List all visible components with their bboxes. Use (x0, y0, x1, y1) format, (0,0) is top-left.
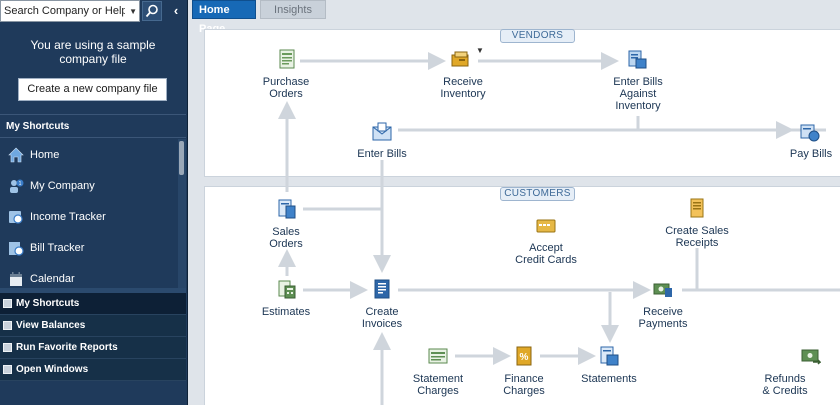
chevron-left-icon: ‹ (173, 3, 179, 18)
receive-payments-label: Receive Payments (638, 306, 688, 330)
statement-charges-icon (428, 348, 448, 364)
enter-bills-against-inventory-label: Enter Bills Against Inventory (613, 76, 663, 112)
bills-against-inventory-icon (628, 50, 647, 69)
shortcut-label: Calendar (30, 272, 75, 285)
shortcut-my-company[interactable]: 1 My Company (0, 170, 178, 201)
accept-credit-cards-label: Accept Credit Cards (515, 242, 577, 266)
pay-bills-label: Pay Bills (789, 148, 833, 160)
shortcuts-header: My Shortcuts (0, 114, 186, 138)
tab-insights[interactable]: Insights (260, 0, 326, 19)
house-icon (8, 147, 24, 162)
shortcut-label: Income Tracker (30, 210, 106, 223)
enter-bills-label: Enter Bills (357, 148, 407, 160)
shortcut-home[interactable]: Home (0, 139, 178, 170)
collapse-sidebar-button[interactable]: ‹ (166, 1, 186, 21)
refunds-credits-label: Refunds & Credits (762, 373, 808, 397)
nav-label: My Shortcuts (16, 298, 80, 309)
nav-view-balances[interactable]: View Balances (0, 315, 186, 337)
customers-tag: CUSTOMERS (500, 187, 575, 201)
nav-open-windows[interactable]: Open Windows (0, 359, 186, 381)
panel-icon (3, 365, 12, 374)
sales-orders-label: Sales Orders (269, 226, 303, 250)
shortcut-calendar[interactable]: Calendar (0, 263, 178, 289)
shortcut-list: Home 1 My Company Income Tracker Bill Tr… (0, 139, 178, 289)
scrollbar-thumb[interactable] (179, 141, 184, 175)
vendors-panel (204, 29, 840, 177)
calendar-icon (10, 271, 22, 286)
nav-run-favorite-reports[interactable]: Run Favorite Reports (0, 337, 186, 359)
create-sales-receipts-label: Create Sales Receipts (665, 225, 729, 249)
nav-label: View Balances (16, 320, 86, 331)
shortcut-scrollbar[interactable] (178, 139, 186, 289)
search-input[interactable] (1, 1, 125, 21)
pay-bills-icon (800, 124, 820, 142)
vendors-tag: VENDORS (500, 29, 575, 43)
svg-text:1: 1 (19, 181, 22, 187)
receive-inventory-icon (451, 51, 469, 67)
purchase-orders-icon (279, 49, 295, 69)
search-button[interactable] (142, 1, 162, 21)
search-box: ▼ (0, 0, 140, 22)
dropdown-caret-icon[interactable]: ▼ (476, 46, 484, 55)
estimates-icon (278, 280, 296, 299)
shortcut-label: My Company (30, 179, 95, 192)
shortcut-income-tracker[interactable]: Income Tracker (0, 201, 178, 232)
panel-icon (3, 299, 12, 308)
credit-card-icon (536, 219, 556, 233)
company-icon: 1 (10, 179, 24, 193)
left-icon-bar: ▼ ‹ You are using a sample company file … (0, 0, 188, 405)
bill-tracker-icon (9, 241, 24, 256)
sales-receipt-icon (690, 198, 704, 218)
tab-home-page[interactable]: Home Page (192, 0, 256, 35)
shortcut-bill-tracker[interactable]: Bill Tracker (0, 232, 178, 263)
refunds-icon (801, 349, 821, 365)
search-dropdown-icon[interactable]: ▼ (129, 7, 137, 16)
statements-icon (600, 346, 619, 366)
income-tracker-icon (9, 210, 23, 224)
create-company-button[interactable]: Create a new company file (18, 78, 167, 101)
shortcut-label: Home (30, 148, 60, 161)
enter-bills-icon (372, 122, 392, 141)
panel-icon (3, 343, 12, 352)
nav-my-shortcuts[interactable]: My Shortcuts (0, 293, 186, 315)
search-icon (145, 4, 158, 18)
receive-inventory-label: Receive Inventory (440, 76, 486, 100)
sales-orders-icon (278, 199, 296, 219)
nav-label: Run Favorite Reports (16, 342, 118, 353)
invoice-icon (374, 279, 390, 299)
panel-icon (3, 321, 12, 330)
create-invoices-label: Create Invoices (361, 306, 403, 330)
svg-text:%: % (520, 352, 529, 363)
statements-label: Statements (581, 373, 637, 385)
finance-charges-icon: % (516, 346, 532, 366)
bottom-nav: My Shortcuts View Balances Run Favorite … (0, 293, 186, 381)
sample-company-message: You are using a sample company file (30, 38, 156, 66)
shortcut-label: Bill Tracker (30, 241, 85, 254)
estimates-label: Estimates (261, 306, 311, 318)
receive-payments-icon (653, 283, 672, 297)
nav-label: Open Windows (16, 364, 89, 375)
purchase-orders-label: Purchase Orders (262, 76, 310, 100)
